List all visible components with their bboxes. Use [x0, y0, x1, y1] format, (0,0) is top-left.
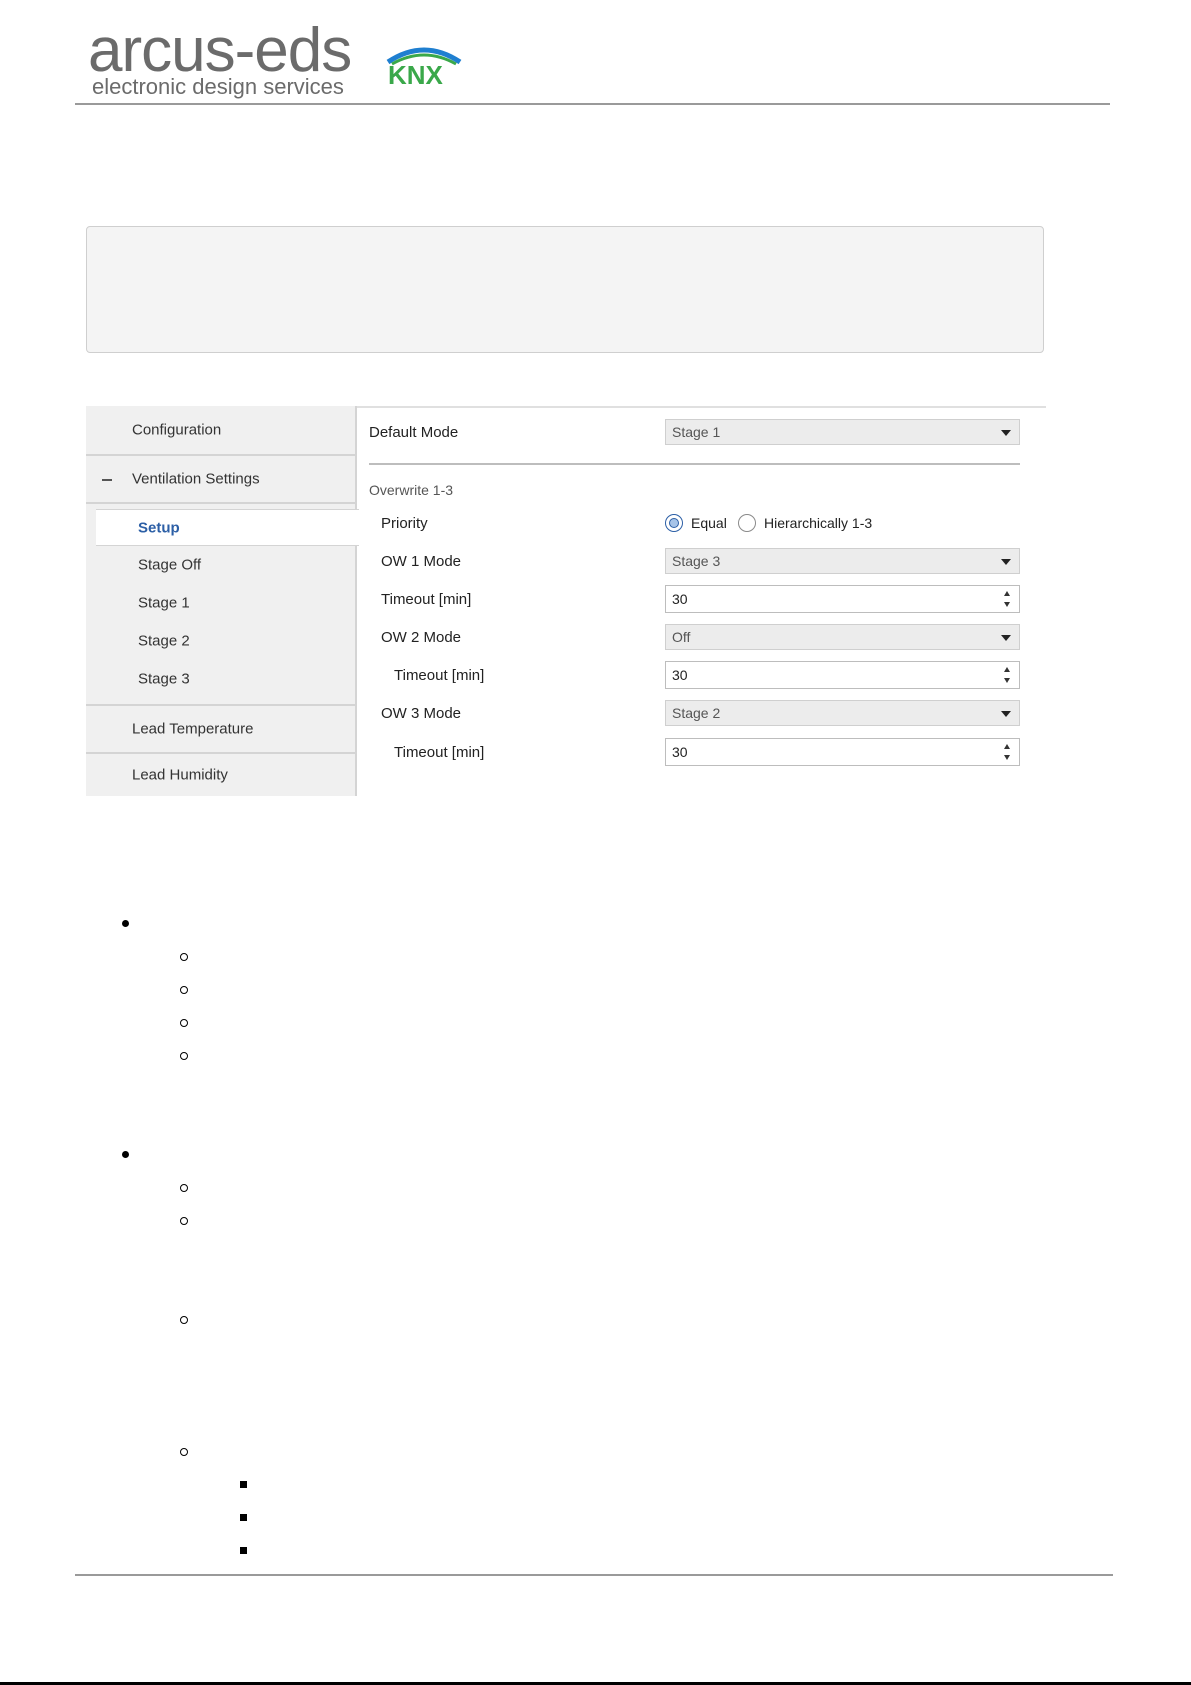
spin-down-icon[interactable]	[1004, 602, 1010, 607]
ow2-mode-label: OW 2 Mode	[381, 629, 462, 646]
priority-option-equal-label: Equal	[691, 515, 727, 531]
priority-radio-equal[interactable]	[665, 514, 683, 532]
group-header-overwrite: Overwrite 1-3	[369, 482, 454, 498]
sidebar-divider	[86, 502, 355, 504]
default-mode-value: Stage 1	[672, 424, 721, 440]
footer-divider	[75, 1574, 1113, 1576]
spin-down-icon[interactable]	[1004, 678, 1010, 683]
ow1-mode-value: Stage 3	[672, 553, 721, 569]
company-logo-subtitle: electronic design services	[92, 74, 344, 99]
priority-label: Priority	[381, 515, 428, 532]
chevron-down-icon	[1001, 559, 1011, 565]
priority-radio-hierarchically[interactable]	[738, 514, 756, 532]
dialog-top-border	[357, 406, 1046, 408]
section-divider	[369, 463, 1020, 465]
list-sub-bullet	[180, 1316, 188, 1324]
sidebar-item-configuration[interactable]: Configuration	[86, 406, 357, 454]
sidebar-item-lead-humidity[interactable]: Lead Humidity	[86, 754, 357, 796]
sidebar-item-label: Ventilation Settings	[132, 470, 260, 488]
svg-text:KNX: KNX	[388, 60, 444, 86]
sidebar-item-label: Stage Off	[138, 556, 202, 574]
list-sub-bullet	[180, 1217, 188, 1225]
sidebar-item-label: Configuration	[132, 421, 222, 439]
spin-up-icon[interactable]	[1004, 591, 1010, 596]
ow3-mode-label: OW 3 Mode	[381, 705, 462, 722]
ow2-mode-dropdown[interactable]: Off	[665, 624, 1020, 650]
ow3-timeout-value: 30	[672, 744, 688, 760]
list-sub-sub-bullet	[240, 1547, 247, 1554]
list-bullet	[122, 1151, 129, 1158]
info-box	[86, 226, 1044, 353]
ow1-timeout-value: 30	[672, 591, 688, 607]
sidebar-item-label: Lead Humidity	[132, 766, 228, 784]
sidebar-item-label: Stage 1	[138, 594, 190, 612]
spin-up-icon[interactable]	[1004, 744, 1010, 749]
ow3-mode-value: Stage 2	[672, 705, 721, 721]
header-divider	[75, 103, 1110, 105]
sidebar-item-setup[interactable]: Setup	[86, 509, 357, 546]
chevron-down-icon	[1001, 430, 1011, 436]
default-mode-label: Default Mode	[369, 424, 459, 441]
ow1-mode-dropdown[interactable]: Stage 3	[665, 548, 1020, 574]
sidebar-item-label: Stage 2	[138, 632, 190, 650]
sidebar: Configuration Ventilation Settings Setup…	[86, 406, 359, 796]
ow3-mode-dropdown[interactable]: Stage 2	[665, 700, 1020, 726]
list-sub-bullet	[180, 1019, 188, 1027]
knx-logo: KNX	[386, 47, 462, 86]
list-sub-bullet	[180, 986, 188, 994]
ow2-timeout-label: Timeout [min]	[394, 667, 485, 684]
list-bullet	[122, 920, 129, 927]
ow1-mode-label: OW 1 Mode	[381, 553, 462, 570]
spin-down-icon[interactable]	[1004, 755, 1010, 760]
sidebar-item-ventilation-settings[interactable]: Ventilation Settings	[86, 456, 357, 502]
ow2-timeout-value: 30	[672, 667, 688, 683]
list-sub-bullet	[180, 1052, 188, 1060]
minus-icon[interactable]	[102, 479, 112, 481]
list-sub-bullet	[180, 1184, 188, 1192]
sidebar-item-label: Setup	[138, 519, 180, 536]
priority-option-hierarchically-label: Hierarchically 1-3	[764, 515, 873, 531]
ow3-timeout-label: Timeout [min]	[394, 744, 485, 761]
list-sub-bullet	[180, 953, 188, 961]
sidebar-item-stage-off[interactable]: Stage Off	[86, 546, 357, 584]
sidebar-item-lead-temperature[interactable]: Lead Temperature	[86, 706, 357, 752]
ow2-timeout-input[interactable]: 30	[665, 661, 1020, 689]
chevron-down-icon	[1001, 711, 1011, 717]
sidebar-item-stage-1[interactable]: Stage 1	[86, 584, 357, 622]
company-logo-text: arcus-eds	[88, 16, 352, 85]
sidebar-item-label: Stage 3	[138, 670, 190, 688]
sidebar-item-label: Lead Temperature	[132, 720, 254, 738]
default-mode-dropdown[interactable]: Stage 1	[665, 419, 1020, 445]
ow3-timeout-input[interactable]: 30	[665, 738, 1020, 766]
spin-up-icon[interactable]	[1004, 667, 1010, 672]
sidebar-item-stage-2[interactable]: Stage 2	[86, 622, 357, 660]
chevron-down-icon	[1001, 635, 1011, 641]
ow1-timeout-input[interactable]: 30	[665, 585, 1020, 613]
sidebar-item-stage-3[interactable]: Stage 3	[86, 660, 357, 698]
ow2-mode-value: Off	[672, 629, 691, 645]
ow1-timeout-label: Timeout [min]	[381, 591, 472, 608]
list-sub-sub-bullet	[240, 1481, 247, 1488]
list-sub-sub-bullet	[240, 1514, 247, 1521]
list-sub-bullet	[180, 1448, 188, 1456]
